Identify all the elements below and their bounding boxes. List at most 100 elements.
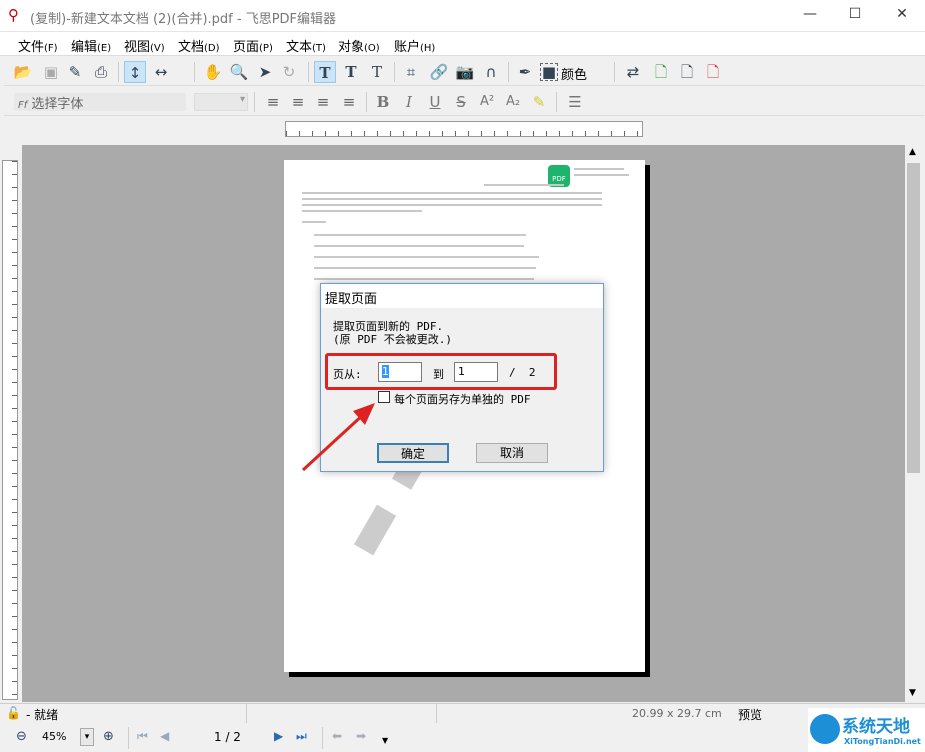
menu-account[interactable]: 账户(H) bbox=[394, 36, 435, 55]
align-center-icon[interactable]: ≡ bbox=[287, 91, 309, 113]
menu-label: 账户 bbox=[394, 40, 421, 55]
chevron-down-icon: ▾ bbox=[239, 94, 245, 105]
zoom-in-icon[interactable]: ⊕ bbox=[103, 729, 114, 744]
dialog-message-2: (原 PDF 不会被更改.) bbox=[333, 333, 452, 346]
subscript-button[interactable]: A₂ bbox=[502, 91, 524, 113]
zoom-out-icon[interactable]: ⊖ bbox=[16, 729, 27, 744]
menu-page[interactable]: 页面(P) bbox=[233, 36, 273, 55]
checkbox-label[interactable]: 每个页面另存为单独的 PDF bbox=[394, 391, 531, 407]
add-page-icon[interactable]: 🗋 bbox=[650, 61, 672, 83]
format-toolbar: Ff 选择字体 ▾ ≡ ≡ ≡ ≡ B I U S A² A₂ ✎ ☰ bbox=[4, 88, 924, 116]
save-as-icon[interactable]: ✎ bbox=[64, 61, 86, 83]
globe-icon bbox=[810, 714, 840, 744]
zoom-level[interactable]: 45% bbox=[42, 730, 66, 743]
extract-page-icon[interactable]: 🗋 bbox=[676, 61, 698, 83]
cancel-button[interactable]: 取消 bbox=[476, 443, 548, 463]
prev-page-icon[interactable]: ◀ bbox=[160, 729, 169, 743]
menu-key: (T) bbox=[312, 43, 326, 54]
menu-key: (V) bbox=[150, 43, 165, 54]
delete-page-icon[interactable]: 🗋 bbox=[702, 61, 724, 83]
crop-icon[interactable]: ⌗ bbox=[400, 61, 422, 83]
menu-document[interactable]: 文档(D) bbox=[178, 36, 220, 55]
menu-bar: 文件(F) 编辑(E) 视图(V) 文档(D) 页面(P) 文本(T) 对象(O… bbox=[0, 32, 925, 56]
insert-page-icon[interactable]: ⇄ bbox=[622, 61, 644, 83]
unlock-icon: 🔓 bbox=[6, 706, 21, 720]
forward-icon[interactable]: ➡ bbox=[356, 729, 366, 743]
save-icon[interactable]: ▣ bbox=[40, 61, 62, 83]
align-right-icon[interactable]: ≡ bbox=[312, 91, 334, 113]
print-icon[interactable]: ⎙ bbox=[90, 61, 112, 83]
vertical-scrollbar[interactable]: ▲ ▼ bbox=[905, 145, 922, 702]
next-page-icon[interactable]: ▶ bbox=[274, 729, 283, 743]
hand-icon[interactable]: ✋ bbox=[202, 61, 224, 83]
font-size-select[interactable]: ▾ bbox=[194, 93, 248, 111]
back-icon[interactable]: ⬅ bbox=[332, 729, 342, 743]
eyedropper-icon[interactable]: ✒ bbox=[514, 61, 536, 83]
horizontal-ruler bbox=[285, 121, 643, 137]
fit-height-icon[interactable]: ↕ bbox=[124, 61, 146, 83]
menu-label: 文档 bbox=[178, 40, 205, 55]
font-placeholder: 选择字体 bbox=[31, 97, 84, 112]
chevron-down-icon[interactable]: ▼ bbox=[382, 736, 388, 745]
superscript-button[interactable]: A² bbox=[476, 91, 498, 113]
add-text-icon[interactable]: T bbox=[340, 61, 362, 83]
title-bar: ⚲ (复制)-新建文本文档 (2)(合并).pdf - 飞思PDF编辑器 — ☐… bbox=[0, 0, 925, 32]
menu-label: 编辑 bbox=[71, 40, 98, 55]
view-mode: 预览 bbox=[738, 708, 763, 722]
scrollbar-thumb[interactable] bbox=[907, 163, 920, 473]
font-select[interactable]: Ff 选择字体 bbox=[14, 93, 186, 112]
scroll-up-icon[interactable]: ▲ bbox=[909, 147, 916, 157]
menu-key: (F) bbox=[44, 43, 58, 54]
select-arrow-icon[interactable]: ➤ bbox=[254, 61, 276, 83]
menu-edit[interactable]: 编辑(E) bbox=[71, 36, 111, 55]
magnet-icon[interactable]: ∩ bbox=[480, 61, 502, 83]
menu-view[interactable]: 视图(V) bbox=[124, 36, 165, 55]
vertical-ruler bbox=[2, 160, 18, 700]
scroll-down-icon[interactable]: ▼ bbox=[909, 688, 916, 698]
menu-object[interactable]: 对象(O) bbox=[338, 36, 380, 55]
maximize-button[interactable]: ☐ bbox=[845, 6, 865, 26]
ok-button[interactable]: 确定 bbox=[377, 443, 449, 463]
menu-key: (O) bbox=[364, 43, 380, 54]
window-title: (复制)-新建文本文档 (2)(合并).pdf - 飞思PDF编辑器 bbox=[30, 12, 337, 27]
app-logo-icon: ⚲ bbox=[8, 6, 19, 24]
watermark-text: 系统天地 bbox=[842, 717, 910, 737]
annotation-highlight-box bbox=[325, 353, 557, 390]
bold-button[interactable]: B bbox=[372, 91, 394, 113]
first-page-icon[interactable]: ⏮ bbox=[137, 729, 148, 744]
annotation-arrow bbox=[301, 403, 375, 472]
align-left-icon[interactable]: ≡ bbox=[262, 91, 284, 113]
main-toolbar: 📂 ▣ ✎ ⎙ ↕ ↔ ✋ 🔍 ➤ ↻ T T T ⌗ 🔗 📷 ∩ ✒ ■ 颜色… bbox=[4, 58, 924, 86]
italic-button[interactable]: I bbox=[398, 91, 420, 113]
link-icon[interactable]: 🔗 bbox=[428, 61, 450, 83]
status-text: - 就绪 bbox=[26, 708, 59, 722]
menu-key: (H) bbox=[420, 43, 436, 54]
last-page-icon[interactable]: ⏭ bbox=[296, 729, 307, 744]
close-button[interactable]: ✕ bbox=[892, 6, 912, 26]
color-label[interactable]: 颜色 bbox=[561, 64, 587, 83]
rotate-icon[interactable]: ↻ bbox=[278, 61, 300, 83]
minimize-button[interactable]: — bbox=[800, 6, 820, 26]
menu-label: 对象 bbox=[338, 40, 365, 55]
page-size: 20.99 x 29.7 cm bbox=[632, 707, 722, 720]
fit-width-icon[interactable]: ↔ bbox=[150, 61, 172, 83]
camera-icon[interactable]: 📷 bbox=[454, 61, 476, 83]
line-spacing-icon[interactable]: ☰ bbox=[564, 91, 586, 113]
underline-button[interactable]: U bbox=[424, 91, 446, 113]
highlight-icon[interactable]: ✎ bbox=[528, 91, 550, 113]
justify-icon[interactable]: ≡ bbox=[338, 91, 360, 113]
navigation-bar: ⊖ 45% ▾ ⊕ ⏮ ◀ 1 / 2 ▶ ⏭ ⬅ ➡ ▼ bbox=[0, 724, 925, 752]
watermark-url: XiTongTianDi.net bbox=[844, 737, 921, 746]
text-numbering-icon[interactable]: T bbox=[366, 61, 388, 83]
open-icon[interactable]: 📂 bbox=[12, 61, 34, 83]
strikethrough-button[interactable]: S bbox=[450, 91, 472, 113]
zoom-in-icon[interactable]: 🔍 bbox=[228, 61, 250, 83]
menu-label: 文本 bbox=[286, 40, 313, 55]
text-tool-icon[interactable]: T bbox=[314, 61, 336, 83]
menu-text[interactable]: 文本(T) bbox=[286, 36, 326, 55]
page-indicator[interactable]: 1 / 2 bbox=[214, 730, 241, 744]
menu-file[interactable]: 文件(F) bbox=[18, 36, 58, 55]
zoom-dropdown[interactable]: ▾ bbox=[80, 728, 94, 746]
color-swatch-icon[interactable]: ■ bbox=[540, 63, 558, 81]
dialog-title: 提取页面 bbox=[321, 284, 603, 308]
